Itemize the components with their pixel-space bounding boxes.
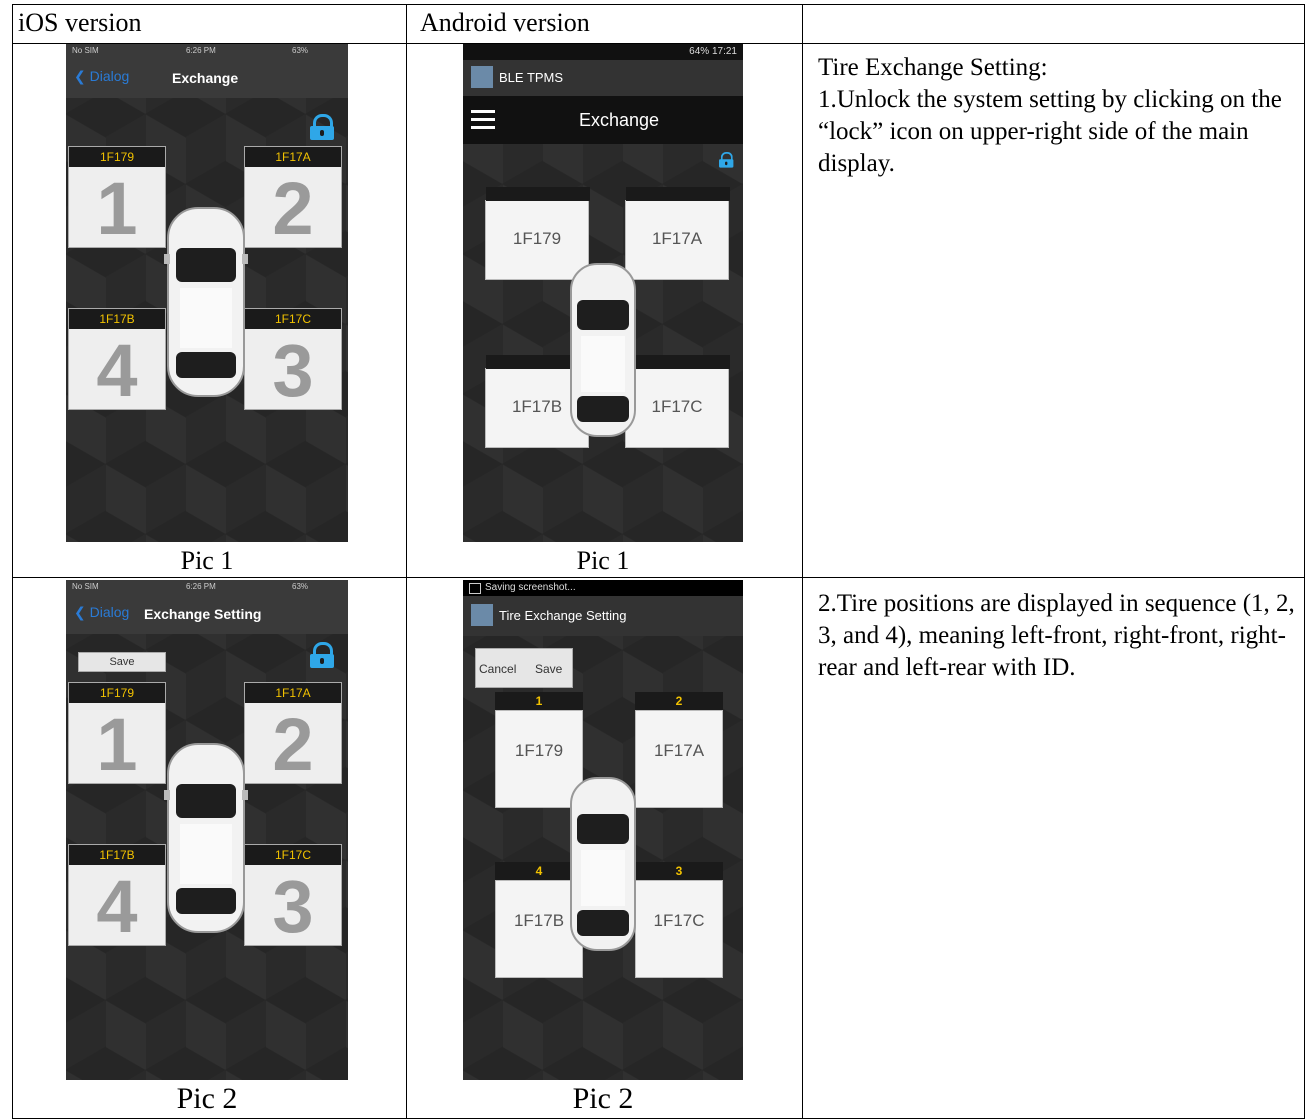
table-border-col2 (802, 4, 803, 1119)
car-image (570, 777, 636, 951)
page-title: Exchange (579, 110, 660, 130)
description-text: 2.Tire positions are displayed in sequen… (818, 590, 1295, 681)
app-logo-icon (471, 604, 493, 626)
menu-icon[interactable] (471, 108, 495, 130)
table-border-row (12, 577, 1305, 578)
tire-number: 2 (272, 167, 314, 250)
screenshot-icon (469, 583, 481, 594)
tire-id: 1F17B (69, 309, 165, 329)
lock-icon[interactable] (310, 642, 334, 668)
android-status-bar: 64% 17:21 (463, 44, 743, 60)
app-header: Tire Exchange Setting (463, 596, 743, 636)
tire-id: 1F179 (69, 683, 165, 703)
table-border-bottom (12, 1118, 1305, 1119)
ios-screen-pic2: No SIM 6:26 PM 63% ❮ Dialog Exchange Set… (66, 580, 348, 1080)
back-label: Dialog (89, 604, 130, 620)
caption-android-pic1: Pic 1 (576, 546, 630, 575)
tire-tile-4[interactable]: 1F17B 4 (68, 844, 166, 948)
save-button[interactable]: Save (535, 662, 562, 676)
caption-ios-pic2: Pic 2 (176, 1082, 238, 1115)
tire-tile-1[interactable]: 1F179 1 (68, 682, 166, 786)
tire-tile-3[interactable]: 1F17C 3 (244, 844, 342, 948)
tire-tile-2[interactable]: 1F17A (625, 187, 730, 280)
back-button[interactable]: ❮ Dialog (74, 604, 129, 621)
tire-id: 1F17C (651, 397, 703, 416)
car-image (570, 263, 636, 437)
tire-number: 1 (96, 703, 138, 786)
back-button[interactable]: ❮ Dialog (74, 68, 129, 85)
tire-tile-2[interactable]: 1F17A 2 (244, 682, 342, 786)
tire-tile-2[interactable]: 1F17A 2 (244, 146, 342, 250)
tire-id: 1F17A (245, 683, 341, 703)
tire-id: 1F179 (512, 229, 562, 248)
car-image (164, 743, 248, 933)
description-text: 1.Unlock the system setting by clicking … (818, 86, 1282, 177)
table-border-col1 (406, 4, 407, 1119)
lock-icon[interactable] (719, 152, 734, 168)
app-header: BLE TPMS (463, 60, 743, 96)
cancel-button[interactable]: Cancel (479, 662, 516, 676)
description-title: Tire Exchange Setting: (818, 54, 1048, 81)
tire-tile-2[interactable]: 1F17A (635, 710, 723, 808)
ios-status-bar: No SIM 6:26 PM 63% (66, 580, 348, 594)
tire-id: 1F17B (69, 845, 165, 865)
tire-number: 4 (96, 329, 138, 412)
android-status-bar: Saving screenshot... (463, 580, 743, 596)
page-title: Exchange (172, 70, 239, 86)
car-image (164, 207, 248, 397)
tire-id: 1F179 (514, 741, 564, 760)
save-button[interactable]: Save (78, 652, 166, 672)
tire-tile-3[interactable]: 1F17C (625, 355, 730, 448)
status-time: 6:26 PM (186, 582, 216, 591)
description-step2: 2.Tire positions are displayed in sequen… (818, 588, 1298, 684)
back-label: Dialog (89, 68, 130, 84)
tire-tile-3[interactable]: 1F17C 3 (244, 308, 342, 412)
status-notification: Saving screenshot... (485, 582, 576, 593)
table-border-right (1304, 4, 1305, 1119)
caption-ios-pic1: Pic 1 (180, 546, 234, 575)
app-name: BLE TPMS (499, 70, 564, 85)
tire-id: 1F17A (245, 147, 341, 167)
tire-id: 1F17C (245, 309, 341, 329)
tire-number: 3 (272, 865, 314, 948)
ios-status-bar: No SIM 6:26 PM 63% (66, 44, 348, 58)
ios-nav-bar: ❮ Dialog Exchange (66, 58, 348, 98)
ios-screen-pic1: No SIM 6:26 PM 63% ❮ Dialog Exchange 1F1… (66, 44, 348, 542)
status-carrier: No SIM (72, 582, 99, 591)
table-border-left (12, 4, 13, 1119)
android-screen-pic2: Saving screenshot... Tire Exchange Setti… (463, 580, 743, 1080)
tire-id: 1F179 (69, 147, 165, 167)
app-logo-icon (471, 66, 493, 88)
status-battery: 63% (292, 582, 309, 591)
position-label: 3 (635, 862, 723, 880)
page-title: Tire Exchange Setting (499, 608, 627, 623)
tire-number: 2 (272, 703, 314, 786)
tire-tile-1[interactable]: 1F179 1 (68, 146, 166, 250)
tire-number: 1 (96, 167, 138, 250)
toolbar: Exchange (463, 96, 743, 144)
page-title: Exchange Setting (144, 606, 262, 622)
table-border-top (12, 4, 1305, 5)
tire-id: 1F17C (653, 911, 705, 930)
status-indicators: 64% 17:21 (689, 46, 737, 57)
tire-number: 4 (96, 865, 138, 948)
position-label: 1 (495, 692, 583, 710)
lock-icon[interactable] (310, 114, 334, 140)
tire-id: 1F17C (245, 845, 341, 865)
tire-tile-3[interactable]: 1F17C (635, 880, 723, 978)
tire-tile-4[interactable]: 1F17B 4 (68, 308, 166, 412)
position-label: 2 (635, 692, 723, 710)
header-ios: iOS version (18, 8, 142, 37)
status-carrier: No SIM (72, 46, 99, 55)
status-time: 6:26 PM (186, 46, 216, 55)
android-screen-pic1: 64% 17:21 BLE TPMS Exchange 1F179 1F17A … (463, 44, 743, 542)
description-step1: Tire Exchange Setting: 1.Unlock the syst… (818, 52, 1298, 180)
status-battery: 63% (292, 46, 309, 55)
tire-id: 1F17A (651, 229, 703, 248)
tire-id: 1F17A (653, 741, 705, 760)
tire-number: 3 (272, 329, 314, 412)
ios-nav-bar: ❮ Dialog Exchange Setting (66, 594, 348, 634)
header-android: Android version (420, 8, 590, 37)
caption-android-pic2: Pic 2 (572, 1082, 634, 1115)
